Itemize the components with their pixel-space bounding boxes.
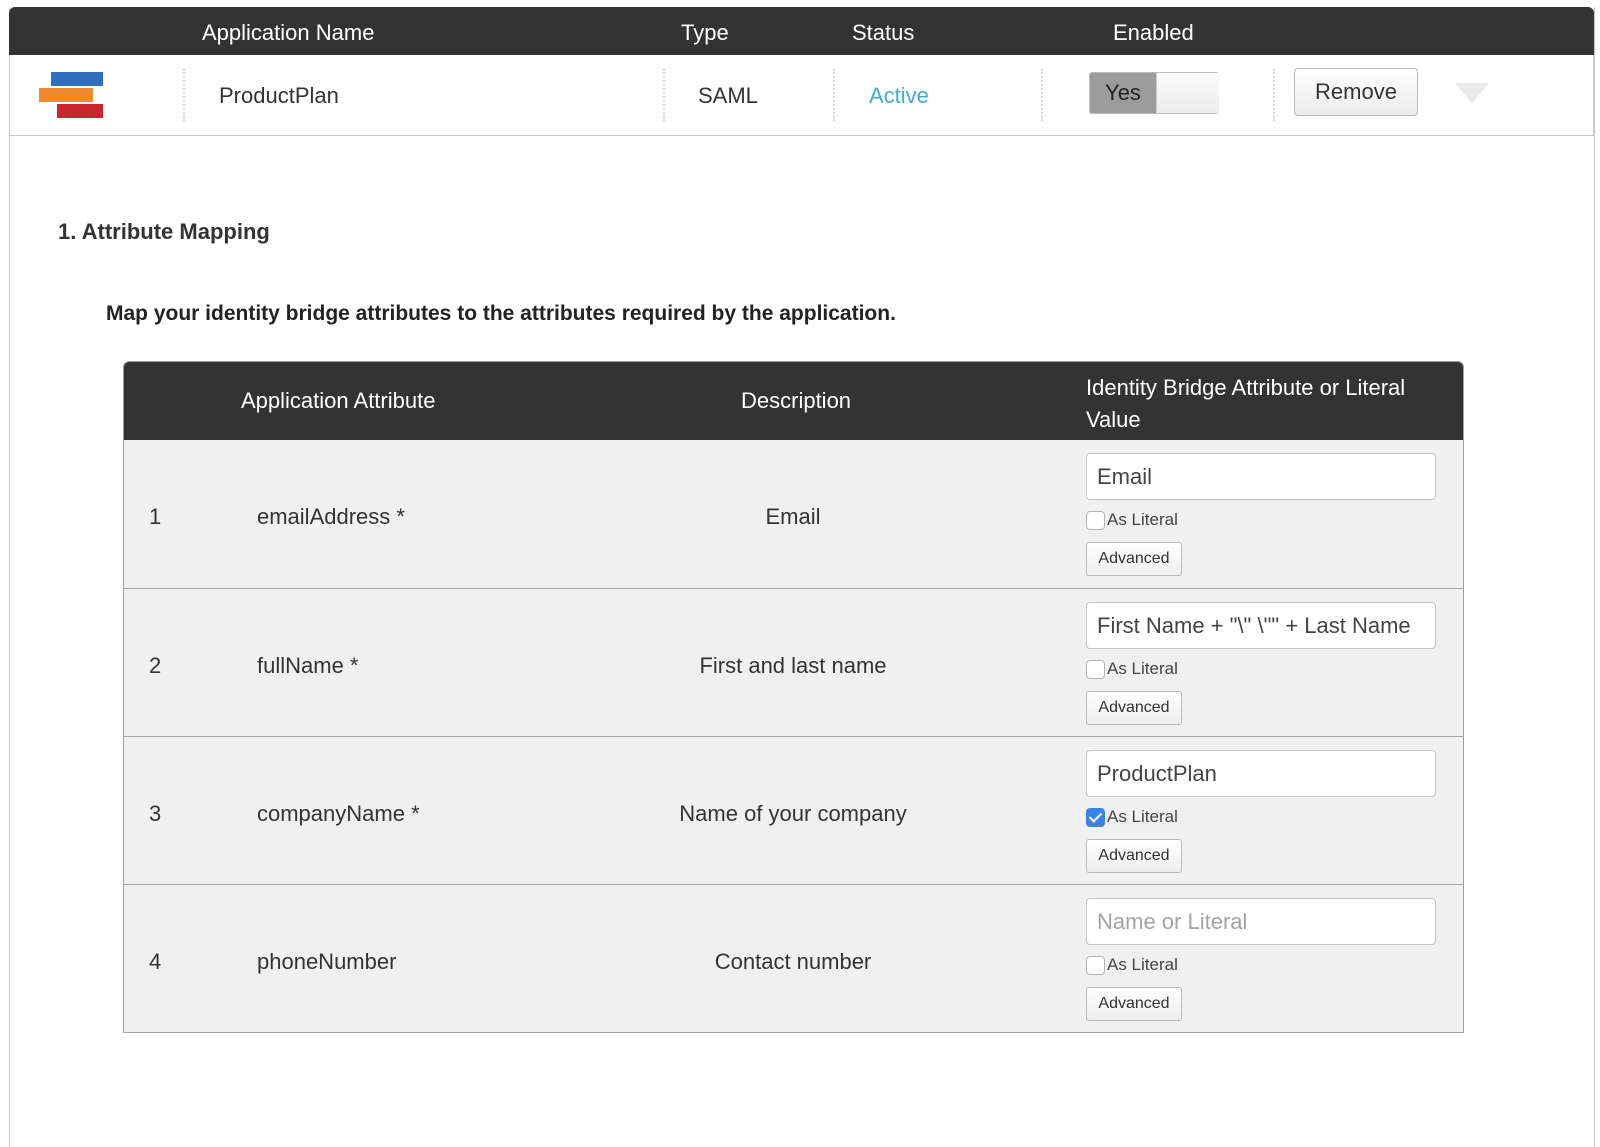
as-literal-checkbox[interactable]	[1086, 510, 1105, 530]
advanced-button[interactable]: Advanced	[1086, 839, 1182, 873]
as-literal-label: As Literal	[1107, 955, 1178, 974]
header-status: Status	[852, 20, 915, 45]
mapping-table-header: Application Attribute Description Identi…	[124, 362, 1463, 440]
attribute-value-input[interactable]	[1086, 898, 1436, 945]
as-literal-label: As Literal	[1107, 807, 1178, 826]
enabled-toggle-label: Yes	[1090, 73, 1156, 113]
header-application-attribute: Application Attribute	[241, 388, 436, 413]
as-literal-label: As Literal	[1107, 510, 1178, 529]
table-row: 2 fullName * First and last name As Lite…	[124, 588, 1463, 736]
column-divider	[833, 69, 835, 121]
header-description: Description	[741, 388, 852, 413]
toggle-knob[interactable]	[1156, 73, 1219, 113]
as-literal-option: As Literal	[1086, 509, 1178, 531]
advanced-button[interactable]: Advanced	[1086, 987, 1182, 1021]
application-row: ProductPlan SAML Active Yes Remove	[9, 55, 1594, 136]
header-identity-bridge-value: Identity Bridge Attribute or Literal Val…	[1086, 375, 1406, 432]
advanced-button[interactable]: Advanced	[1086, 542, 1182, 576]
application-type: SAML	[698, 83, 758, 108]
column-divider	[1041, 69, 1043, 121]
row-number: 2	[149, 653, 162, 678]
productplan-logo	[39, 72, 105, 119]
enabled-toggle[interactable]: Yes	[1089, 72, 1219, 114]
attribute-value-input[interactable]	[1086, 602, 1436, 649]
attribute-value-input[interactable]	[1086, 453, 1436, 500]
application-attribute: emailAddress *	[257, 504, 405, 529]
application-attribute: fullName *	[257, 653, 359, 678]
status-badge: Active	[869, 83, 929, 108]
row-number: 3	[149, 801, 162, 826]
attribute-mapping-table: Application Attribute Description Identi…	[123, 361, 1464, 1033]
chevron-down-icon[interactable]	[1455, 83, 1489, 103]
header-application-name: Application Name	[202, 20, 375, 45]
table-row: 1 emailAddress * Email As Literal Advanc…	[124, 440, 1463, 588]
column-divider	[183, 69, 185, 121]
table-row: 3 companyName * Name of your company As …	[124, 736, 1463, 884]
as-literal-option: As Literal	[1086, 658, 1178, 680]
row-number: 1	[149, 504, 162, 529]
applications-table-header: Application Name Type Status Enabled	[9, 7, 1594, 55]
as-literal-option: As Literal	[1086, 806, 1178, 828]
remove-button[interactable]: Remove	[1294, 68, 1418, 116]
application-name: ProductPlan	[219, 83, 339, 108]
as-literal-label: As Literal	[1107, 659, 1178, 678]
column-divider	[663, 69, 665, 121]
application-attribute: phoneNumber	[257, 949, 397, 974]
header-enabled: Enabled	[1113, 20, 1194, 45]
section-title: 1. Attribute Mapping	[58, 219, 270, 244]
as-literal-checkbox[interactable]	[1086, 807, 1105, 827]
advanced-button[interactable]: Advanced	[1086, 691, 1182, 725]
as-literal-checkbox[interactable]	[1086, 955, 1105, 975]
attribute-value-input[interactable]	[1086, 750, 1436, 797]
attribute-description: First and last name	[699, 653, 887, 678]
row-number: 4	[149, 949, 162, 974]
attribute-description: Contact number	[714, 949, 872, 974]
column-divider	[1273, 69, 1275, 121]
as-literal-checkbox[interactable]	[1086, 659, 1105, 679]
application-attribute: companyName *	[257, 801, 420, 826]
as-literal-option: As Literal	[1086, 954, 1178, 976]
table-row: 4 phoneNumber Contact number As Literal …	[124, 884, 1463, 1032]
mapping-instructions: Map your identity bridge attributes to t…	[106, 302, 896, 325]
attribute-description: Name of your company	[679, 801, 907, 826]
attribute-description: Email	[765, 504, 821, 529]
header-type: Type	[681, 20, 729, 45]
